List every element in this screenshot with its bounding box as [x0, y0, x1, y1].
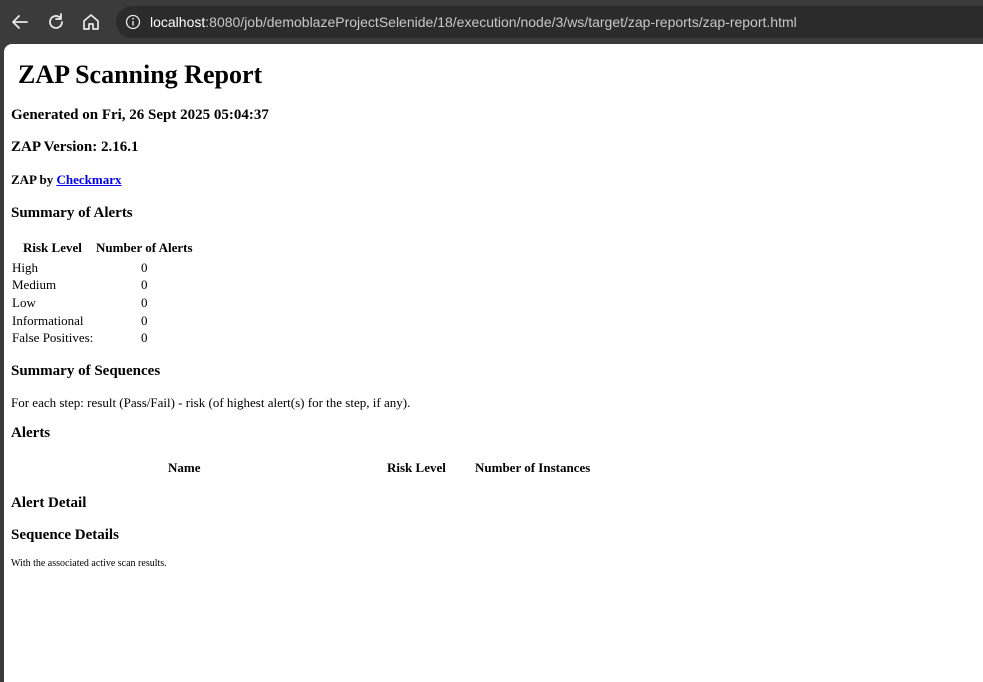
alert-count-cell: 0: [141, 295, 148, 310]
alert-instances-header: Number of Instances: [475, 460, 591, 475]
home-icon: [83, 14, 99, 30]
page-content: ZAP Scanning Report Generated on Fri, 26…: [4, 44, 983, 682]
generated-timestamp: Generated on Fri, 26 Sept 2025 05:04:37: [11, 107, 269, 123]
back-button[interactable]: [7, 9, 33, 35]
risk-level-cell: High: [12, 260, 38, 275]
reload-button[interactable]: [43, 9, 69, 35]
table-row: Low 0: [12, 295, 212, 312]
risk-level-header: Risk Level: [23, 240, 82, 255]
sequence-details-heading: Sequence Details: [11, 527, 119, 543]
home-button[interactable]: [78, 9, 104, 35]
back-arrow-icon: [12, 15, 28, 29]
alerts-heading: Alerts: [11, 425, 51, 441]
alert-count-cell: 0: [141, 330, 148, 345]
table-row: False Positives: 0: [12, 330, 212, 347]
risk-level-cell: Medium: [12, 277, 57, 292]
zap-by-prefix: ZAP by: [11, 172, 54, 187]
url-path: :8080/job/demoblazeProjectSelenide/18/ex…: [205, 14, 797, 30]
alert-count-cell: 0: [141, 277, 148, 292]
alert-detail-heading: Alert Detail: [11, 495, 87, 511]
table-row: High 0: [12, 260, 212, 277]
risk-level-cell: Low: [12, 295, 36, 310]
alert-count-cell: 0: [141, 313, 148, 328]
zap-version: ZAP Version: 2.16.1: [11, 139, 139, 155]
summary-sequences-heading: Summary of Sequences: [11, 363, 161, 379]
table-row: Informational 0: [12, 313, 212, 330]
url-host: localhost: [150, 14, 206, 30]
browser-toolbar: localhost:8080/job/demoblazeProjectSelen…: [0, 0, 983, 44]
page-title: ZAP Scanning Report: [18, 60, 263, 89]
checkmarx-link[interactable]: Checkmarx: [57, 172, 122, 187]
risk-level-cell: False Positives:: [12, 330, 94, 345]
summary-alerts-heading: Summary of Alerts: [11, 205, 133, 221]
number-of-alerts-header: Number of Alerts: [96, 240, 193, 255]
url-text[interactable]: localhost:8080/job/demoblazeProjectSelen…: [150, 14, 797, 30]
alert-name-header: Name: [168, 460, 201, 475]
table-row: Medium 0: [12, 277, 212, 294]
sequence-details-note: With the associated active scan results.: [11, 558, 167, 569]
sequences-note: For each step: result (Pass/Fail) - risk…: [11, 395, 411, 410]
alert-risk-level-header: Risk Level: [387, 460, 446, 475]
alert-count-cell: 0: [141, 260, 148, 275]
address-bar[interactable]: localhost:8080/job/demoblazeProjectSelen…: [116, 6, 983, 38]
reload-icon: [49, 13, 63, 29]
site-info-icon[interactable]: [125, 14, 141, 30]
zap-by-line: ZAP by Checkmarx: [11, 172, 122, 188]
risk-level-cell: Informational: [12, 313, 84, 328]
